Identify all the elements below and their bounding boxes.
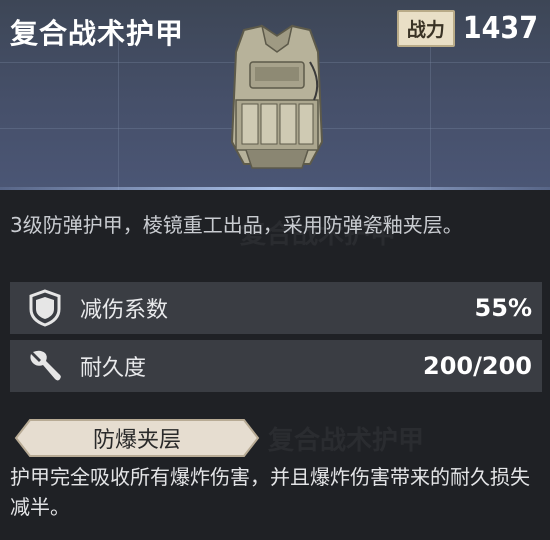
trait-description: 护甲完全吸收所有爆炸伤害，并且爆炸伤害带来的耐久损失减半。 [10,465,530,519]
shield-icon [22,282,68,334]
item-title: 复合战术护甲 [10,17,185,50]
wrench-icon [22,340,68,392]
background-watermark: 复合战术护甲 [268,426,425,456]
item-detail-panel: 复合战术护甲 战力 1437 复合战术护甲 复合战术护甲 3级防弹护甲，棱镜重工… [0,0,550,540]
stat-row-durability: 耐久度 200/200 [10,340,542,392]
grid-line [118,40,119,190]
stat-row-damage-reduction: 减伤系数 55% [10,282,542,334]
trait-tag: 防爆夹层 [14,418,260,458]
stat-value: 200/200 [423,352,532,380]
trait-name: 防爆夹层 [92,428,181,453]
stat-name: 耐久度 [80,356,147,381]
header-divider [0,187,550,190]
power-value: 1437 [462,11,538,46]
power-rating: 战力 1437 [396,10,538,47]
armor-vest-image [230,24,324,169]
item-header: 复合战术护甲 战力 1437 [0,0,550,190]
power-label: 战力 [396,10,455,47]
stat-name: 减伤系数 [80,298,169,323]
item-description: 3级防弹护甲，棱镜重工出品，采用防弹瓷釉夹层。 [10,213,463,237]
grid-line [430,40,431,190]
stat-value: 55% [474,294,532,322]
